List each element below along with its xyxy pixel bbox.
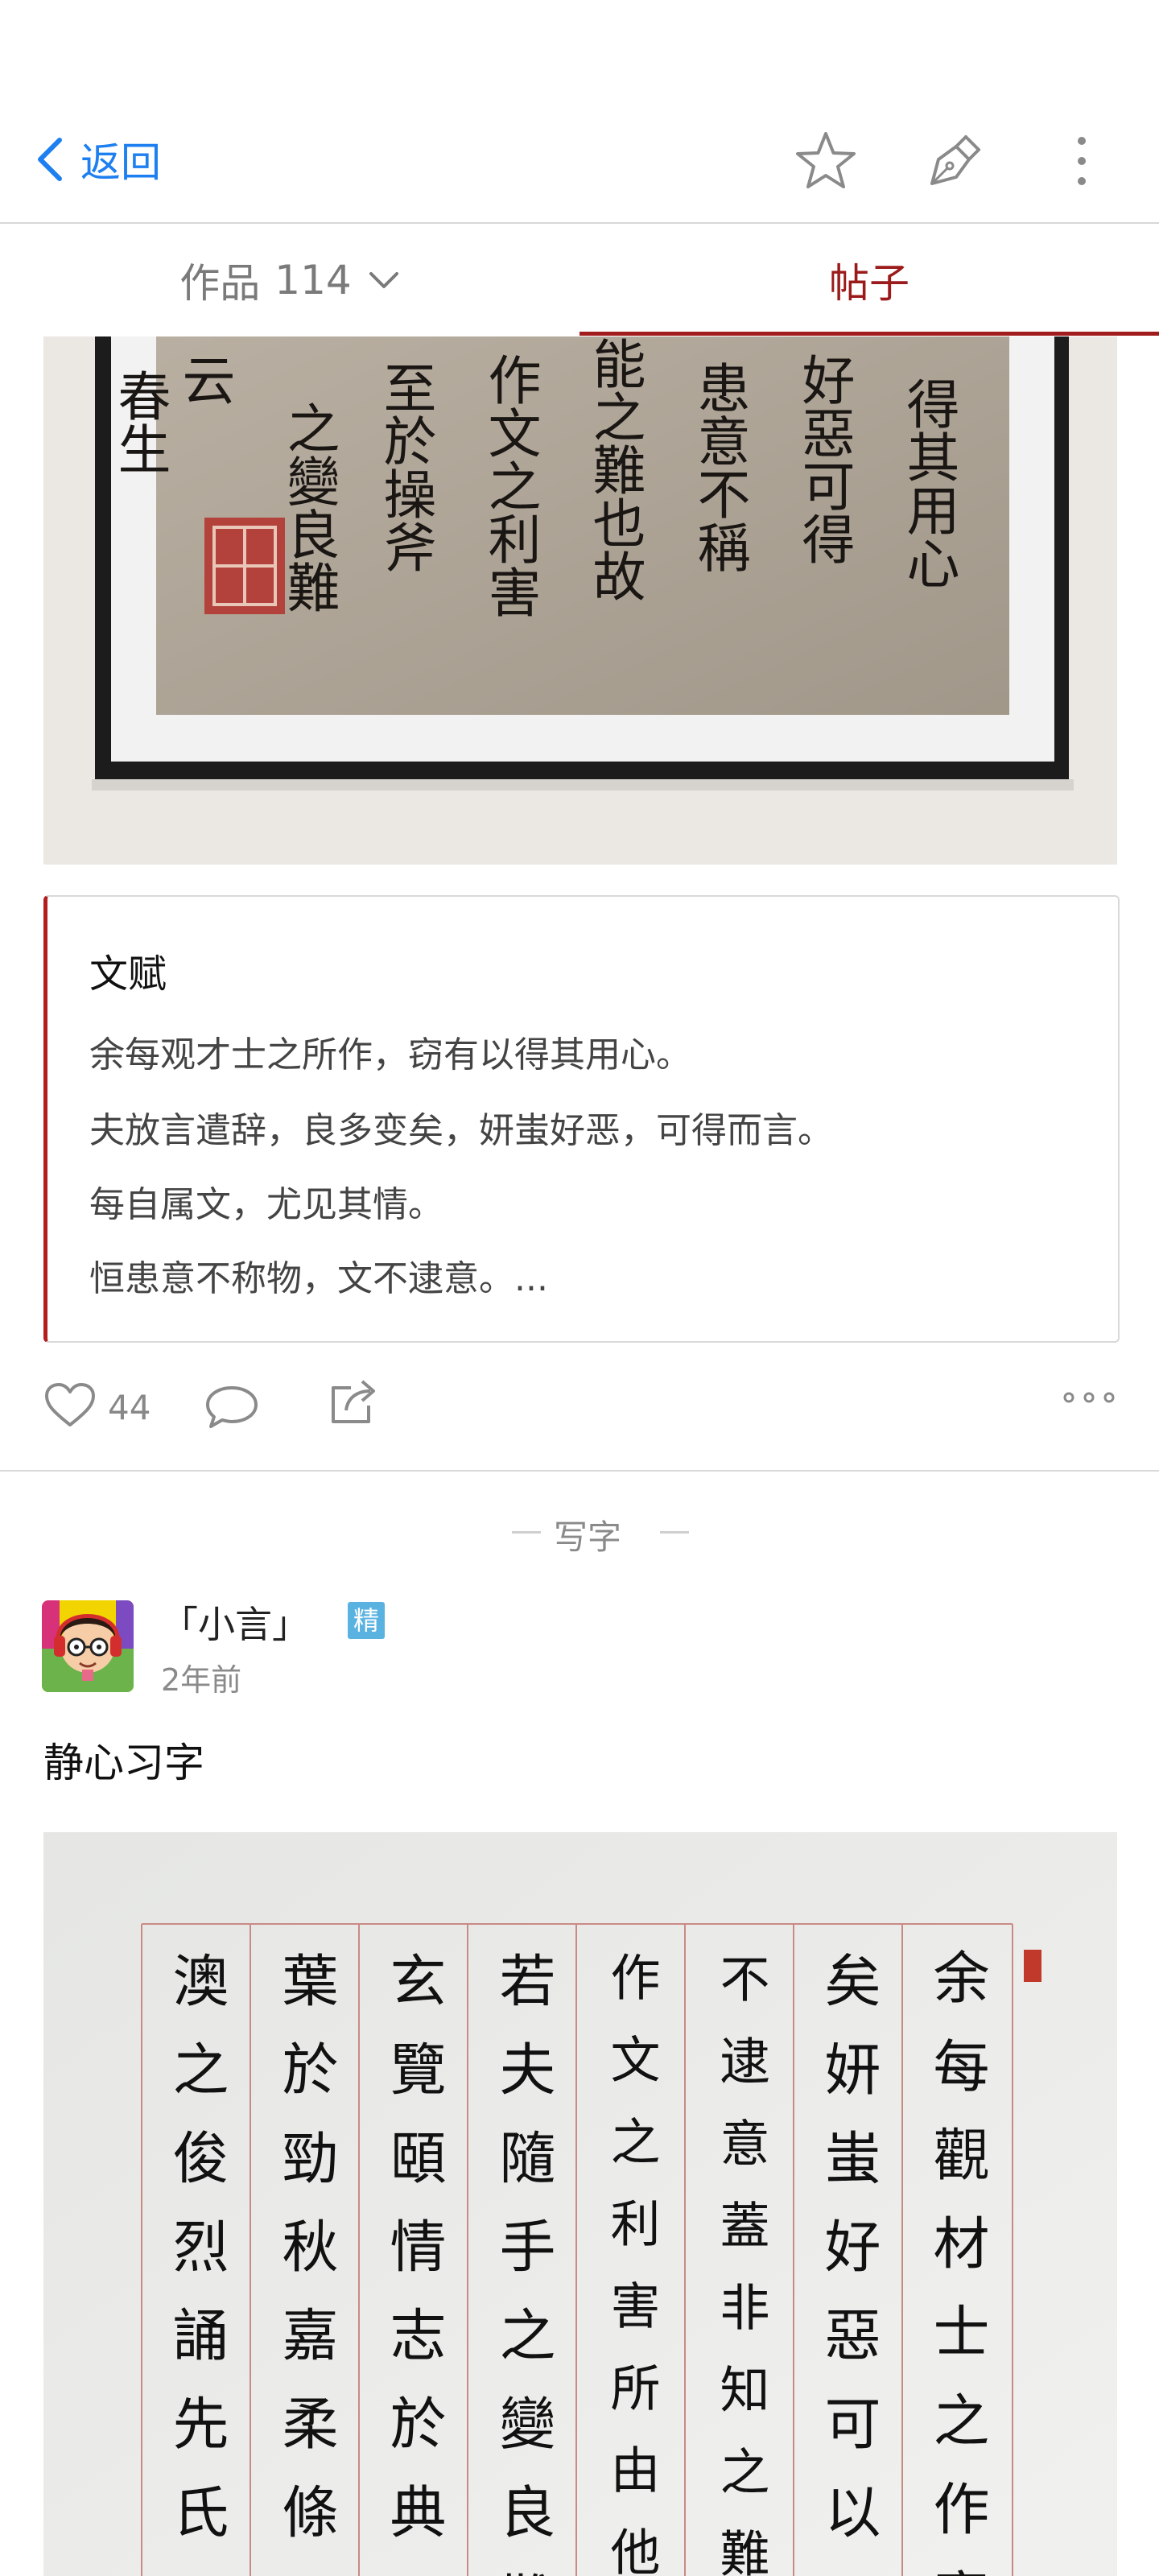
- user-name[interactable]: 「小言」: [161, 1596, 309, 1649]
- artwork-column: 得其用心: [898, 377, 960, 589]
- quote-line: 夫放言遣辞，良多变矣，妍蚩好恶，可得而言。: [89, 1110, 833, 1151]
- favorite-button[interactable]: [794, 129, 858, 193]
- pen-icon: [930, 135, 980, 185]
- comment-icon: [206, 1386, 258, 1428]
- post-actions: 44: [43, 1373, 1117, 1438]
- avatar-cartoon-image: [42, 1600, 134, 1692]
- artwork-column: 玄覽頤情志於典: [381, 1951, 447, 2571]
- artwork-column: 澳之俊烈誦先氏: [163, 1951, 229, 2571]
- post-image-grid-calligraphy[interactable]: 余每觀材士之作竊 矣妍蚩好惡可以而 不逮意蓋非知之難能 作文之利害所由他日 若夫…: [43, 1832, 1117, 2576]
- share-icon: [332, 1380, 375, 1423]
- post-image-framed-calligraphy[interactable]: 得其用心 好惡可得 患意不稱 能之難也故 作文之利害 至於操斧 之變良難 云 春…: [43, 336, 1117, 865]
- section-line-left: [512, 1531, 541, 1534]
- more-horizontal-icon: [1063, 1392, 1115, 1403]
- artwork-column: 不逮意蓋非知之難能: [711, 1953, 770, 2576]
- more-vertical-icon: [1078, 137, 1086, 185]
- artwork-signature: 春生: [109, 369, 171, 475]
- quote-title: 文赋: [89, 952, 167, 997]
- artwork-column: 矣妍蚩好惡可以而: [815, 1951, 881, 2576]
- artwork-column: 云: [174, 353, 236, 406]
- tab-works-count: 114: [274, 257, 352, 303]
- grid-calligraphy-image: 余每觀材士之作竊 矣妍蚩好惡可以而 不逮意蓋非知之難能 作文之利害所由他日 若夫…: [43, 1832, 1117, 2576]
- back-label: 返回: [80, 139, 161, 186]
- artwork-column: 作文之利害: [480, 353, 542, 618]
- artwork-column: 至於操斧: [375, 361, 437, 573]
- chevron-left-icon: [38, 138, 62, 181]
- quote-line: 恒患意不称物，文不逮意。...: [89, 1258, 548, 1299]
- artwork-column: 若夫隨手之變良難: [490, 1951, 556, 2576]
- post-time: 2年前: [161, 1662, 242, 1698]
- artwork-column: 葉於勁秋嘉柔條: [273, 1951, 339, 2571]
- artwork-column: 之變良難: [278, 401, 340, 613]
- artwork-column: 能之難也故: [584, 336, 646, 602]
- artwork-column: 好惡可得: [794, 353, 856, 565]
- back-button[interactable]: 返回: [35, 129, 161, 190]
- more-options-button[interactable]: [1050, 129, 1114, 193]
- like-button[interactable]: [43, 1381, 100, 1430]
- write-button[interactable]: [922, 129, 987, 193]
- featured-badge: 精: [348, 1602, 385, 1639]
- heart-icon: [45, 1383, 95, 1426]
- artwork-column: 余每觀材士之作竊: [924, 1948, 990, 2576]
- active-tab-indicator: [580, 332, 1159, 336]
- post-more-button[interactable]: [1062, 1389, 1117, 1422]
- post-divider: [0, 1470, 1159, 1472]
- section-label[interactable]: 写字: [547, 1510, 628, 1559]
- artwork-column: 患意不稱: [689, 361, 751, 573]
- chevron-down-icon: [369, 272, 398, 288]
- avatar[interactable]: [42, 1600, 134, 1692]
- artwork-column: 作文之利害所由他日: [602, 1951, 661, 2576]
- section-line-right: [660, 1531, 689, 1534]
- tab-posts[interactable]: 帖子: [580, 224, 1159, 336]
- tab-works-label: 作品: [179, 260, 261, 307]
- post-title[interactable]: 静心习字: [43, 1731, 204, 1789]
- quote-line: 余每观才士之所作，窃有以得其用心。: [89, 1034, 691, 1075]
- like-count: 44: [108, 1388, 151, 1427]
- share-button[interactable]: [328, 1377, 385, 1430]
- framed-calligraphy-image: 得其用心 好惡可得 患意不稱 能之難也故 作文之利害 至於操斧 之變良難 云 春…: [43, 336, 1117, 865]
- quote-line: 每自属文，尤见其情。: [89, 1184, 443, 1225]
- star-icon: [796, 132, 856, 188]
- quote-card[interactable]: 文赋 余每观才士之所作，窃有以得其用心。 夫放言遣辞，良多变矣，妍蚩好恶，可得而…: [43, 895, 1120, 1343]
- tab-posts-label: 帖子: [829, 260, 909, 307]
- comment-button[interactable]: [204, 1383, 261, 1431]
- tab-works[interactable]: 作品 114: [0, 224, 580, 336]
